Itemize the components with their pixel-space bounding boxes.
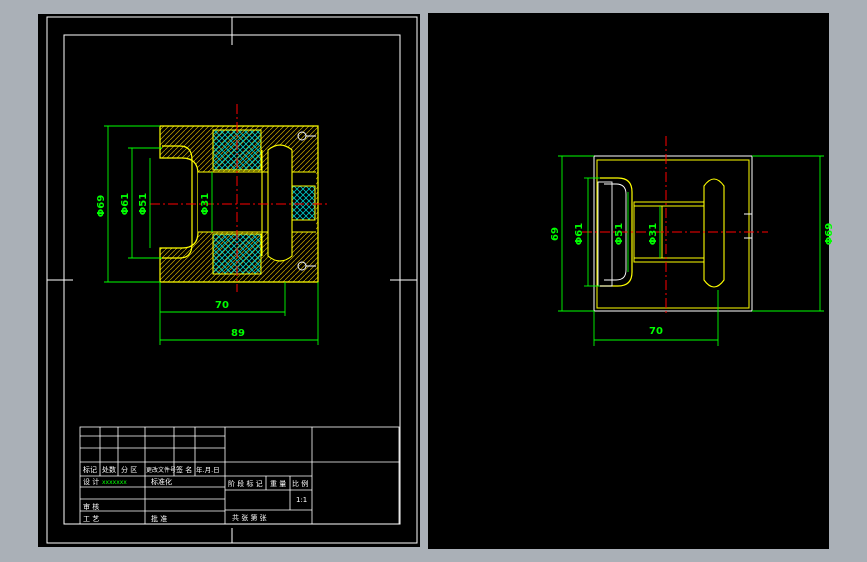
tb-zhongliang: 重 量: [270, 480, 286, 488]
tb-gengai: 更改文件号: [146, 466, 176, 474]
tb-designer: xxxxxxx: [102, 479, 127, 486]
tb-sheji: 设 计: [83, 477, 99, 486]
tb-scale: 1:1: [296, 496, 307, 504]
tb-bili: 比 例: [292, 479, 308, 488]
tb-sheets: 共 张 第 张: [232, 513, 267, 522]
dim-d69-left: Φ69: [96, 195, 107, 217]
dim-w70-right: 70: [649, 326, 663, 337]
tb-pizhun: 批 准: [151, 514, 167, 523]
right-slot: [703, 178, 725, 288]
tb-shenhe: 审 核: [83, 502, 99, 511]
dim-w70-left: 70: [215, 300, 229, 311]
dim-d31-right: Φ31: [648, 223, 659, 245]
dim-d69b-right: Φ69: [824, 223, 835, 245]
dim-69-right: 69: [550, 227, 561, 241]
tb-nianyueri: 年.月.日: [196, 465, 220, 474]
dim-w89-left: 89: [231, 328, 245, 339]
tb-gongyi: 工 艺: [83, 515, 99, 523]
slot-outline: [267, 144, 293, 262]
tb-qianming: 签 名: [176, 465, 192, 474]
dim-d31-left: Φ31: [200, 193, 211, 215]
dim-d51-left: Φ51: [138, 193, 149, 215]
cad-drawing-canvas: Φ69 Φ61 Φ51 Φ31 70 89 标记 处数 分 区 更改文件号 签: [38, 13, 835, 549]
dim-d61-right: Φ61: [574, 223, 585, 245]
tb-fenqu: 分 区: [121, 465, 137, 474]
dim-d51-right: Φ51: [614, 223, 625, 245]
tb-biaoji: 标记: [83, 465, 97, 474]
tb-biaozhunhua: 标准化: [151, 477, 172, 486]
dim-d61-left: Φ61: [120, 193, 131, 215]
tb-jieduan: 阶 段 标 记: [228, 479, 263, 488]
right-sheet: [428, 13, 829, 549]
tb-chushu: 处数: [102, 465, 116, 474]
